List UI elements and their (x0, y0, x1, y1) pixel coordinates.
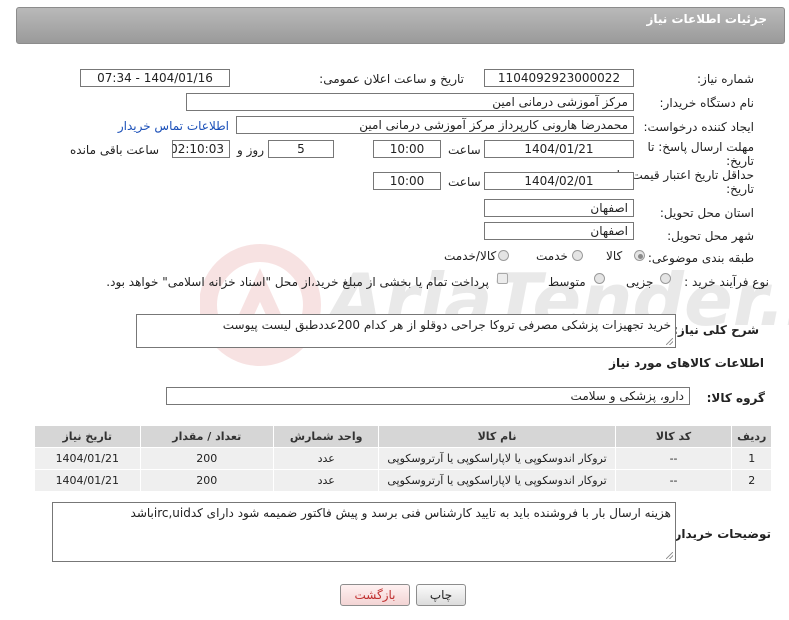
item-name-cell: تروکار اندوسکوپی یا لاپاراسکوپی یا آرترو… (378, 469, 616, 492)
deadline-label: مهلت ارسال پاسخ: تا (647, 140, 754, 154)
col-unit: واحد شمارش (272, 425, 380, 448)
goods-table-header: ردیف کد کالا نام کالا واحد شمارش تعداد /… (34, 425, 772, 448)
buyer-notes-label: توضیحات خریدار: (669, 527, 771, 541)
process-radio-medium[interactable] (594, 273, 605, 284)
item-code-cell: -- (614, 447, 733, 470)
item-name-cell: تروکار اندوسکوپی یا لاپاراسکوپی یا آرترو… (378, 447, 616, 470)
col-item-name: نام کالا (378, 425, 616, 448)
need-number-label: شماره نیاز: (697, 72, 754, 86)
announce-datetime-field[interactable]: 1404/01/16 - 07:34 (80, 69, 230, 87)
unit-cell: عدد (272, 447, 380, 470)
remaining-time-field[interactable]: 02:10:03 (172, 140, 230, 158)
need-date-cell: 1404/01/21 (34, 469, 141, 492)
price-validity-date-field[interactable]: 1404/02/01 (484, 172, 634, 190)
table-row[interactable]: 1 -- تروکار اندوسکوپی یا لاپاراسکوپی یا … (34, 447, 772, 470)
remaining-time-label: ساعت باقی مانده (70, 143, 160, 157)
description-label: شرح کلی نیاز: (673, 323, 759, 337)
quantity-cell: 200 (139, 469, 274, 492)
category-option-service: خدمت (536, 249, 568, 263)
deadline-label-date: تاریخ: (726, 154, 754, 168)
goods-table: ردیف کد کالا نام کالا واحد شمارش تعداد /… (34, 425, 772, 492)
quantity-cell: 200 (139, 447, 274, 470)
row-number-cell: 1 (731, 447, 772, 470)
buyer-notes-text: هزینه ارسال بار با فروشنده باید به تایید… (130, 506, 671, 520)
category-radio-service[interactable] (572, 250, 583, 261)
row-number-cell: 2 (731, 469, 772, 492)
col-quantity: تعداد / مقدار (139, 425, 274, 448)
goods-group-field[interactable]: دارو، پزشکی و سلامت (166, 387, 690, 405)
deadline-date-field[interactable]: 1404/01/21 (484, 140, 634, 158)
price-validity-time-label: ساعت (448, 175, 481, 189)
col-item-code: کد کالا (614, 425, 733, 448)
price-validity-label: حداقل تاریخ اعتبار قیمت: تا (616, 168, 754, 182)
buyer-notes-textarea[interactable]: هزینه ارسال بار با فروشنده باید به تایید… (52, 502, 676, 562)
col-row-number: ردیف (731, 425, 772, 448)
table-row[interactable]: 2 -- تروکار اندوسکوپی یا لاپاراسکوپی یا … (34, 469, 772, 492)
buyer-org-label: نام دستگاه خریدار: (659, 96, 755, 110)
item-code-cell: -- (614, 469, 733, 492)
need-date-cell: 1404/01/21 (34, 447, 141, 470)
back-button[interactable]: بازگشت (340, 584, 410, 606)
deadline-time-field[interactable]: 10:00 (373, 140, 441, 158)
resize-handle-icon[interactable] (666, 338, 673, 345)
process-option-medium: متوسط (548, 275, 586, 289)
resize-handle-icon[interactable] (666, 552, 673, 559)
category-radio-goods[interactable] (634, 250, 645, 261)
page-title: جزئیات اطلاعات نیاز (646, 12, 767, 26)
province-label: استان محل تحویل: (659, 206, 754, 220)
print-button[interactable]: چاپ (416, 584, 466, 606)
price-validity-label-date: تاریخ: (726, 182, 754, 196)
need-number-field[interactable]: 1104092923000022 (484, 69, 634, 87)
deadline-time-label: ساعت (448, 143, 481, 157)
category-label: طبقه بندی موضوعی: (647, 251, 754, 265)
days-label: روز و (237, 143, 264, 157)
treasury-payment-note: پرداخت تمام یا بخشی از مبلغ خرید،از محل … (106, 275, 489, 289)
buyer-contact-link[interactable]: اطلاعات تماس خریدار (118, 119, 229, 133)
unit-cell: عدد (272, 469, 380, 492)
province-field[interactable]: اصفهان (484, 199, 634, 217)
category-option-goods-service: کالا/خدمت (444, 249, 497, 263)
description-text: خرید تجهیزات پزشکی مصرفی تروکا جراحی دوق… (222, 318, 671, 332)
requester-label: ایجاد کننده درخواست: (643, 120, 754, 134)
category-radio-goods-service[interactable] (498, 250, 509, 261)
announce-datetime-label: تاریخ و ساعت اعلان عمومی: (319, 72, 464, 86)
process-option-minor: جزیی (626, 275, 654, 289)
description-textarea[interactable]: خرید تجهیزات پزشکی مصرفی تروکا جراحی دوق… (136, 314, 676, 348)
requester-field[interactable]: محمدرضا هارونی کارپرداز مرکز آموزشی درما… (236, 116, 634, 134)
days-remaining-field[interactable]: 5 (268, 140, 334, 158)
goods-group-label: گروه کالا: (706, 391, 765, 405)
category-option-goods: کالا (606, 249, 623, 263)
buyer-org-field[interactable]: مرکز آموزشی درمانی امین (186, 93, 634, 111)
city-label: شهر محل تحویل: (667, 229, 754, 243)
process-type-label: نوع فرآیند خرید : (684, 275, 769, 289)
col-need-date: تاریخ نیاز (34, 425, 141, 448)
treasury-payment-checkbox[interactable] (497, 273, 508, 284)
process-radio-minor[interactable] (660, 273, 671, 284)
city-field[interactable]: اصفهان (484, 222, 634, 240)
goods-section-title: اطلاعات کالاهای مورد نیاز (609, 356, 764, 370)
price-validity-time-field[interactable]: 10:00 (373, 172, 441, 190)
